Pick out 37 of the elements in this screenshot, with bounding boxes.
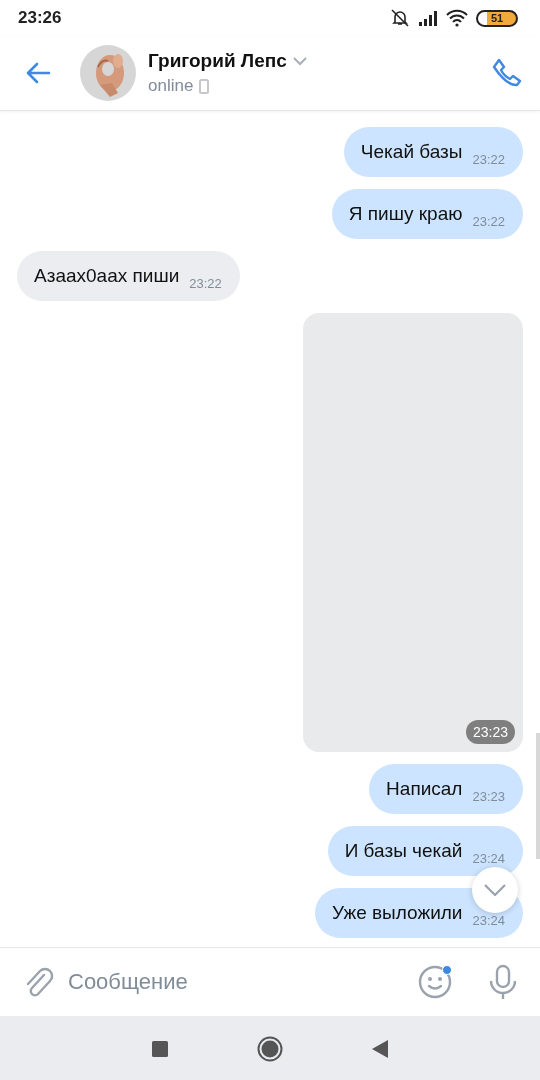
message-time: 23:22	[189, 276, 222, 293]
presence-status: online	[148, 76, 194, 96]
emoji-icon[interactable]	[418, 965, 452, 999]
message-text: Уже выложили	[332, 901, 463, 925]
message-time: 23:22	[472, 214, 505, 231]
signal-icon	[418, 9, 438, 27]
message-text: Я пишу краю	[348, 202, 463, 226]
scrollbar[interactable]	[536, 733, 540, 859]
message-input[interactable]: Сообщение	[68, 962, 404, 1002]
message-text: Написал	[386, 777, 463, 801]
clock: 23:26	[18, 8, 63, 28]
microphone-icon[interactable]	[488, 964, 518, 1000]
message-bubble[interactable]: Чекай базы 23:22	[343, 127, 523, 177]
message-bubble[interactable]: Написал 23:23	[369, 764, 523, 814]
message-bubble[interactable]: И базы чекай 23:24	[327, 826, 523, 876]
wifi-icon	[446, 9, 468, 27]
chevron-down-icon[interactable]	[292, 56, 307, 66]
message-text: Азаах0аах пиши	[34, 264, 180, 288]
message-text: Чекай базы	[360, 140, 463, 164]
message-time: 23:23	[472, 789, 505, 806]
message-bubble[interactable]: Я пишу краю 23:22	[331, 189, 523, 239]
time-badge: 23:23	[465, 720, 515, 744]
message-time: 23:24	[472, 851, 505, 868]
battery-icon: 51	[476, 9, 518, 27]
message-time: 23:24	[472, 913, 505, 930]
home-icon[interactable]	[257, 1036, 283, 1062]
phone-device-icon	[199, 78, 210, 94]
message-time: 23:22	[472, 152, 505, 169]
contact-name[interactable]: Григорий Лепс	[148, 50, 287, 72]
message-bubble[interactable]: Уже выложили 23:24	[315, 888, 523, 938]
chevron-down-icon	[484, 884, 506, 896]
recents-icon[interactable]	[151, 1040, 169, 1058]
back-icon[interactable]	[371, 1039, 389, 1059]
message-bubble[interactable]: Азаах0аах пиши 23:22	[17, 251, 240, 301]
message-text: И базы чекай	[344, 839, 463, 863]
image-placeholder[interactable]: 23:23	[303, 313, 523, 752]
muted-bell-icon	[390, 8, 410, 28]
